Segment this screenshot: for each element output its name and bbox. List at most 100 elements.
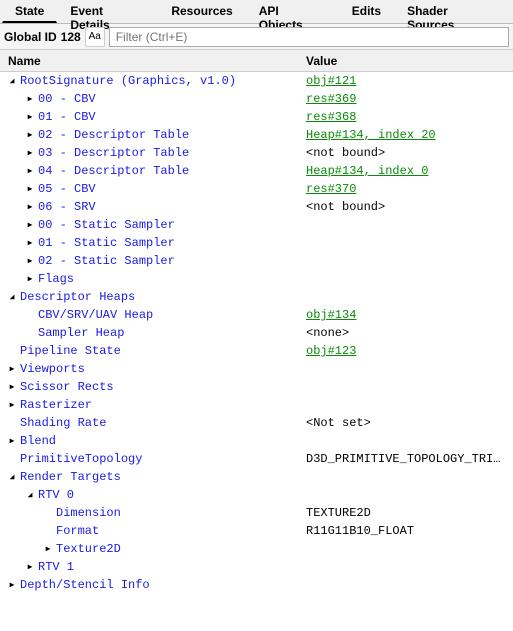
tree-row[interactable]: RootSignature (Graphics, v1.0)obj#121 <box>0 72 513 90</box>
row-value-link[interactable]: obj#123 <box>300 344 513 358</box>
row-name: Viewports <box>20 362 85 376</box>
row-value-link[interactable]: res#370 <box>300 182 513 196</box>
twisty-none <box>42 507 54 519</box>
tab-resources[interactable]: Resources <box>158 0 245 23</box>
expand-icon[interactable] <box>6 435 18 447</box>
expand-icon[interactable] <box>24 561 36 573</box>
row-name: Scissor Rects <box>20 380 114 394</box>
expand-icon[interactable] <box>24 201 36 213</box>
row-name: 02 - Descriptor Table <box>38 128 189 142</box>
state-tree[interactable]: RootSignature (Graphics, v1.0)obj#12100 … <box>0 72 513 631</box>
tree-row[interactable]: Sampler Heap<none> <box>0 324 513 342</box>
tab-event-details[interactable]: Event Details <box>57 0 158 23</box>
row-name: 00 - Static Sampler <box>38 218 175 232</box>
tree-row[interactable]: 00 - Static Sampler <box>0 216 513 234</box>
tree-row[interactable]: 01 - CBV res#368 <box>0 108 513 126</box>
expand-icon[interactable] <box>6 363 18 375</box>
column-headers: Name Value <box>0 50 513 72</box>
row-name: Descriptor Heaps <box>20 290 135 304</box>
row-name: Blend <box>20 434 56 448</box>
tree-row[interactable]: RTV 0 <box>0 486 513 504</box>
row-value-link[interactable]: obj#121 <box>300 74 513 88</box>
row-value-link[interactable]: Heap#134, index 0 <box>300 164 513 178</box>
tree-row[interactable]: DimensionTEXTURE2D <box>0 504 513 522</box>
twisty-none <box>42 525 54 537</box>
row-value-link[interactable]: res#368 <box>300 110 513 124</box>
filter-input[interactable] <box>109 27 509 47</box>
row-value-link[interactable]: res#369 <box>300 92 513 106</box>
tree-row[interactable]: 02 - Descriptor Table Heap#134, index 20 <box>0 126 513 144</box>
tree-row[interactable]: Flags <box>0 270 513 288</box>
column-header-value[interactable]: Value <box>300 54 513 68</box>
row-name: RTV 0 <box>38 488 74 502</box>
tree-row[interactable]: Render Targets <box>0 468 513 486</box>
row-value: D3D_PRIMITIVE_TOPOLOGY_TRI… <box>300 452 513 466</box>
tree-row[interactable]: PrimitiveTopology D3D_PRIMITIVE_TOPOLOGY_… <box>0 450 513 468</box>
expand-icon[interactable] <box>24 111 36 123</box>
tab-api-objects[interactable]: API Objects <box>246 0 339 23</box>
case-toggle-button[interactable]: Aa <box>85 27 105 47</box>
row-name: 03 - Descriptor Table <box>38 146 189 160</box>
collapse-icon[interactable] <box>6 471 18 483</box>
tree-row[interactable]: CBV/SRV/UAV Heap obj#134 <box>0 306 513 324</box>
tree-row[interactable]: 06 - SRV <not bound> <box>0 198 513 216</box>
expand-icon[interactable] <box>42 543 54 555</box>
row-name: 02 - Static Sampler <box>38 254 175 268</box>
tree-row[interactable]: 01 - Static Sampler <box>0 234 513 252</box>
tree-row[interactable]: 03 - Descriptor Table<not bound> <box>0 144 513 162</box>
row-name: CBV/SRV/UAV Heap <box>38 308 153 322</box>
expand-icon[interactable] <box>24 147 36 159</box>
row-name: Rasterizer <box>20 398 92 412</box>
tree-row[interactable]: Texture2D <box>0 540 513 558</box>
global-id-label: Global ID <box>4 30 57 44</box>
row-name: Sampler Heap <box>38 326 124 340</box>
expand-icon[interactable] <box>6 381 18 393</box>
twisty-none <box>24 327 36 339</box>
row-value-link[interactable]: obj#134 <box>300 308 513 322</box>
tree-row[interactable]: Viewports <box>0 360 513 378</box>
twisty-none <box>6 453 18 465</box>
row-name: Depth/Stencil Info <box>20 578 150 592</box>
row-name: Format <box>56 524 99 538</box>
collapse-icon[interactable] <box>24 489 36 501</box>
tree-row[interactable]: Blend <box>0 432 513 450</box>
tree-row[interactable]: RTV 1 <box>0 558 513 576</box>
tree-row[interactable]: Depth/Stencil Info <box>0 576 513 594</box>
tab-state[interactable]: State <box>2 0 57 23</box>
expand-icon[interactable] <box>24 165 36 177</box>
tree-row[interactable]: 02 - Static Sampler <box>0 252 513 270</box>
row-name: 06 - SRV <box>38 200 96 214</box>
tab-shader-sources[interactable]: Shader Sources <box>394 0 511 23</box>
expand-icon[interactable] <box>24 129 36 141</box>
twisty-none <box>6 345 18 357</box>
collapse-icon[interactable] <box>6 75 18 87</box>
expand-icon[interactable] <box>24 183 36 195</box>
tree-row[interactable]: Scissor Rects <box>0 378 513 396</box>
tree-row[interactable]: Pipeline Stateobj#123 <box>0 342 513 360</box>
tree-row[interactable]: FormatR11G11B10_FLOAT <box>0 522 513 540</box>
tree-row[interactable]: Rasterizer <box>0 396 513 414</box>
tree-row[interactable]: Shading Rate<Not set> <box>0 414 513 432</box>
column-header-name[interactable]: Name <box>0 54 300 68</box>
row-name: Dimension <box>56 506 121 520</box>
tab-edits[interactable]: Edits <box>339 0 394 23</box>
row-value: <not bound> <box>300 200 513 214</box>
row-value-link[interactable]: Heap#134, index 20 <box>300 128 513 142</box>
tree-row[interactable]: Descriptor Heaps <box>0 288 513 306</box>
tree-row[interactable]: 04 - Descriptor Table Heap#134, index 0 <box>0 162 513 180</box>
expand-icon[interactable] <box>24 255 36 267</box>
row-value: <Not set> <box>300 416 513 430</box>
row-name: 04 - Descriptor Table <box>38 164 189 178</box>
collapse-icon[interactable] <box>6 291 18 303</box>
row-name: 01 - CBV <box>38 110 96 124</box>
row-name: Flags <box>38 272 74 286</box>
expand-icon[interactable] <box>6 399 18 411</box>
expand-icon[interactable] <box>24 273 36 285</box>
row-name: PrimitiveTopology <box>20 452 142 466</box>
expand-icon[interactable] <box>24 237 36 249</box>
expand-icon[interactable] <box>24 219 36 231</box>
expand-icon[interactable] <box>6 579 18 591</box>
tree-row[interactable]: 00 - CBVres#369 <box>0 90 513 108</box>
expand-icon[interactable] <box>24 93 36 105</box>
tree-row[interactable]: 05 - CBVres#370 <box>0 180 513 198</box>
